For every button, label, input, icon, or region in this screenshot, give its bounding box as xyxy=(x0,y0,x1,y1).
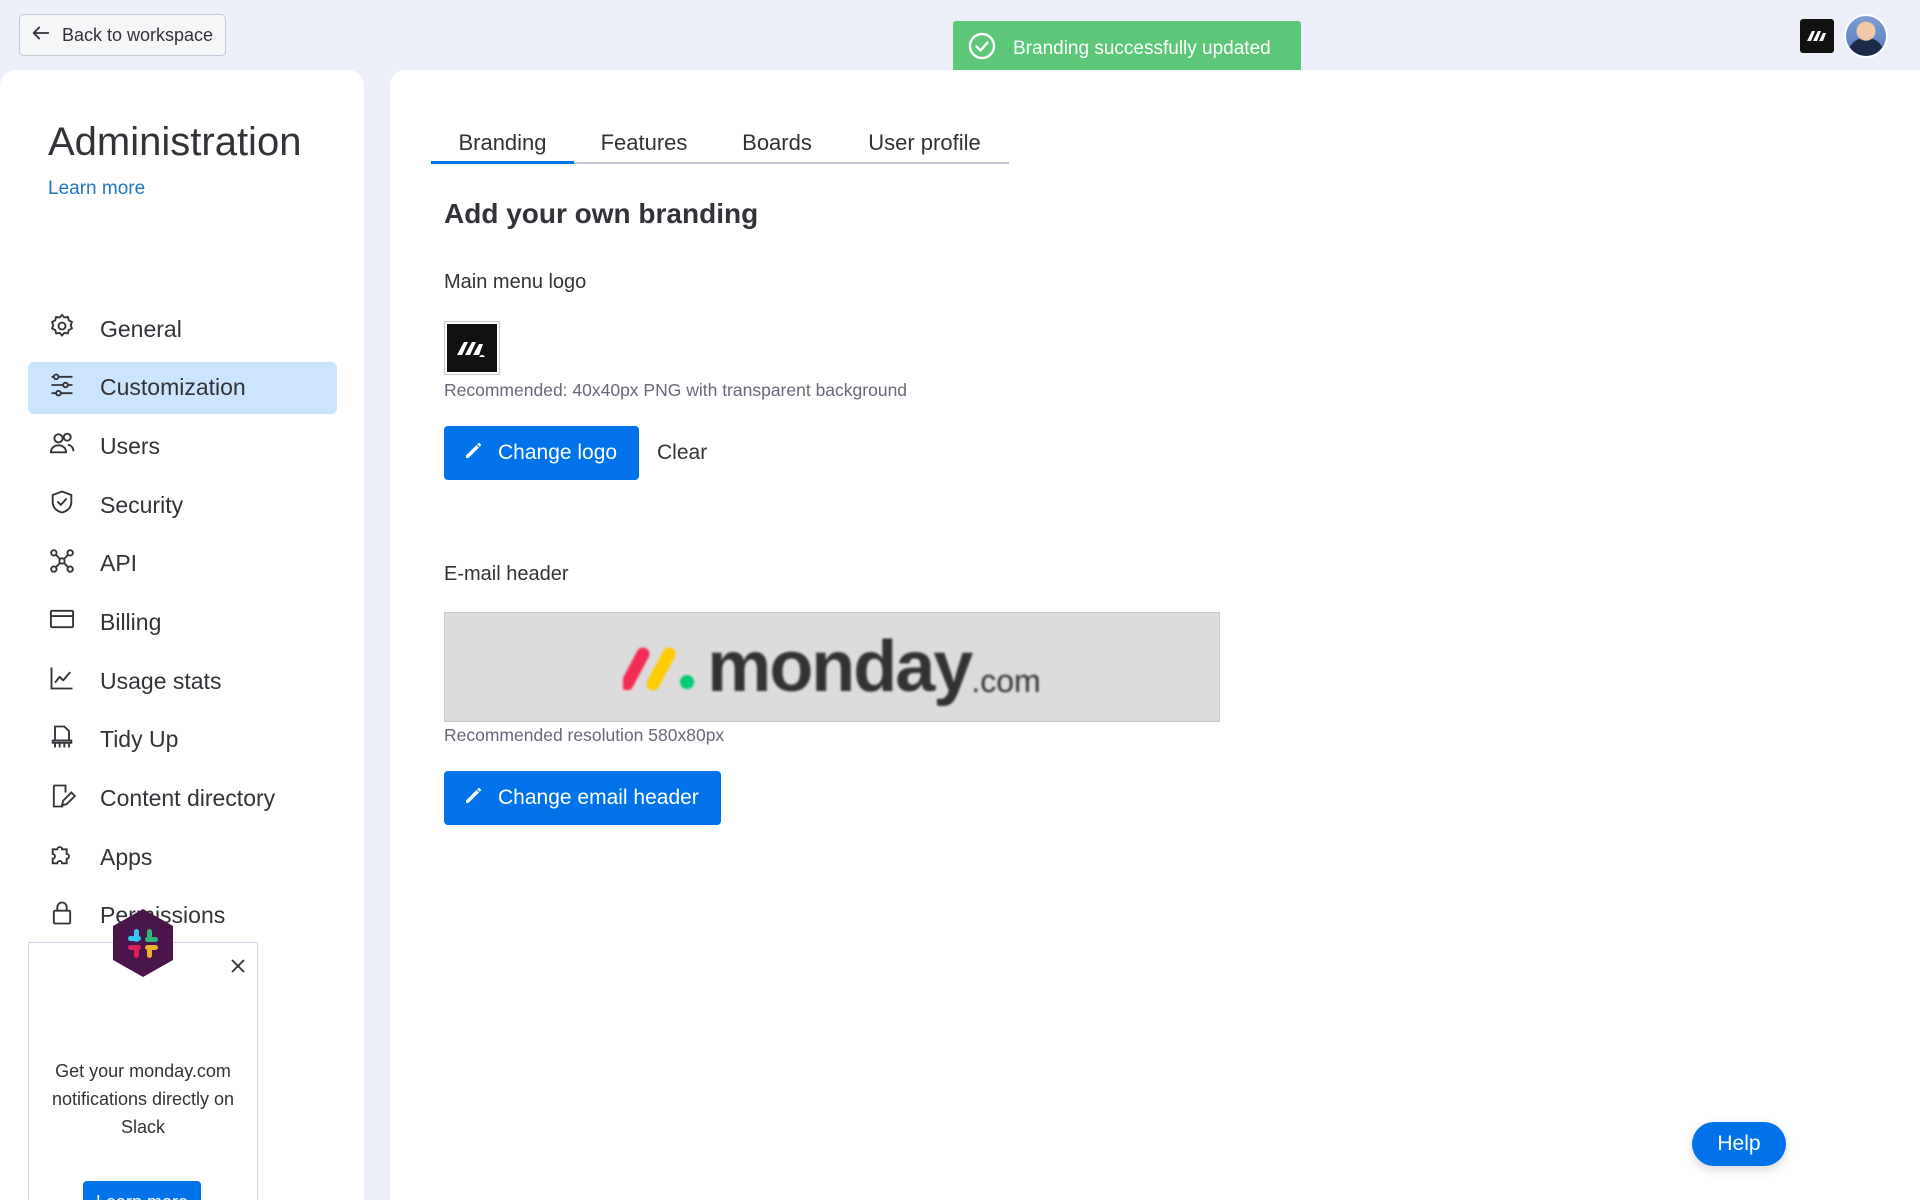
pencil-icon xyxy=(464,440,484,466)
sliders-icon xyxy=(48,371,76,405)
sidebar-item-permissions[interactable]: Permissions xyxy=(28,890,337,942)
sidebar-item-label: Users xyxy=(100,432,161,459)
user-avatar[interactable] xyxy=(1844,14,1888,58)
sidebar-item-label: Apps xyxy=(100,843,153,870)
email-header-preview: monday .com xyxy=(444,612,1220,722)
sidebar-item-tidy-up[interactable]: Tidy Up xyxy=(28,714,337,766)
sidebar-item-general[interactable]: General xyxy=(28,303,337,355)
change-logo-button[interactable]: Change logo xyxy=(444,426,640,480)
admin-sidebar: Administration Learn more General Custom… xyxy=(0,70,364,1200)
back-to-workspace-label: Back to workspace xyxy=(62,24,214,45)
slack-promo-card: Get your monday.com notifications direct… xyxy=(28,909,258,1200)
toast-text: Branding successfully updated xyxy=(1013,38,1271,59)
broom-icon xyxy=(48,723,76,757)
monday-logo-icon xyxy=(620,640,699,695)
change-email-header-button[interactable]: Change email header xyxy=(444,771,721,825)
top-right-controls xyxy=(1800,14,1888,58)
main-panel: Branding Features Boards User profile Ad… xyxy=(390,70,1920,1200)
admin-nav: General Customization Users Security API… xyxy=(28,303,337,949)
document-icon xyxy=(48,782,77,816)
tab-boards[interactable]: Boards xyxy=(714,124,840,164)
email-wordmark: monday xyxy=(707,627,973,707)
sidebar-item-customization[interactable]: Customization xyxy=(28,361,337,414)
sidebar-item-usage-stats[interactable]: Usage stats xyxy=(28,655,337,707)
email-wordmark-suffix: .com xyxy=(971,662,1041,699)
puzzle-icon xyxy=(48,840,76,874)
slack-logo-icon xyxy=(110,907,176,979)
sidebar-item-apps[interactable]: Apps xyxy=(28,831,337,883)
change-logo-label: Change logo xyxy=(498,441,618,464)
sidebar-item-label: Security xyxy=(100,491,184,518)
email-header-label: E-mail header xyxy=(444,563,569,585)
admin-tabs: Branding Features Boards User profile xyxy=(431,124,1009,164)
tab-user-profile[interactable]: User profile xyxy=(840,124,1009,164)
sidebar-item-label: Usage stats xyxy=(100,667,222,694)
success-toast: Branding successfully updated xyxy=(953,21,1301,77)
learn-more-link[interactable]: Learn more xyxy=(48,178,145,200)
gear-icon xyxy=(48,312,76,346)
slack-promo-text: Get your monday.com notifications direct… xyxy=(51,1061,235,1137)
sidebar-item-api[interactable]: API xyxy=(28,538,337,590)
pencil-icon xyxy=(464,785,484,811)
main-menu-logo-label: Main menu logo xyxy=(444,271,587,293)
tab-features[interactable]: Features xyxy=(574,124,714,164)
logo-hint: Recommended: 40x40px PNG with transparen… xyxy=(444,380,908,400)
chart-icon xyxy=(48,664,76,698)
sidebar-item-users[interactable]: Users xyxy=(28,420,337,472)
back-to-workspace-button[interactable]: Back to workspace xyxy=(19,14,227,56)
sidebar-item-label: Content directory xyxy=(100,785,276,811)
help-button[interactable]: Help xyxy=(1692,1122,1786,1166)
users-icon xyxy=(48,429,76,463)
api-icon xyxy=(48,547,76,581)
clear-logo-button[interactable]: Clear xyxy=(653,426,711,480)
section-title: Add your own branding xyxy=(444,198,759,229)
lock-icon xyxy=(48,899,76,933)
account-logo-icon[interactable] xyxy=(1800,19,1834,53)
sidebar-item-label: Billing xyxy=(100,608,162,635)
brand-logo-icon xyxy=(447,324,497,372)
sidebar-item-content-directory[interactable]: Content directory xyxy=(28,773,337,825)
main-menu-logo-preview xyxy=(444,321,500,375)
shield-icon xyxy=(48,488,76,522)
close-icon[interactable] xyxy=(227,955,249,977)
sidebar-item-billing[interactable]: Billing xyxy=(28,596,337,648)
sidebar-item-label: Tidy Up xyxy=(100,726,179,753)
sidebar-title: Administration xyxy=(48,120,302,164)
sidebar-item-label: Customization xyxy=(100,374,246,401)
sidebar-item-label: General xyxy=(100,315,182,342)
email-header-hint: Recommended resolution 580x80px xyxy=(444,725,725,745)
sidebar-item-security[interactable]: Security xyxy=(28,479,337,531)
slack-learn-more-button[interactable]: Learn more xyxy=(83,1181,201,1200)
tab-branding[interactable]: Branding xyxy=(431,124,574,164)
sidebar-item-label: API xyxy=(100,550,138,577)
credit-card-icon xyxy=(48,605,76,639)
check-circle-icon xyxy=(967,31,997,67)
change-email-header-label: Change email header xyxy=(498,786,699,809)
arrow-left-icon xyxy=(30,22,52,49)
